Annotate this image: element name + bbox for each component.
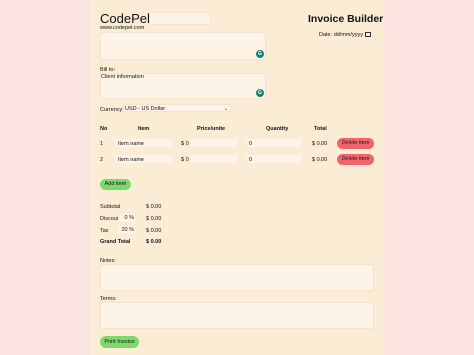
row-number: 2 xyxy=(100,157,104,163)
subtotal-value: $ 0.00 xyxy=(146,204,162,210)
quantity-input[interactable] xyxy=(247,155,302,163)
delete-item-button[interactable]: Delete item xyxy=(337,138,374,149)
date-input[interactable]: Date: dd/mm/yyyy xyxy=(319,32,363,38)
quantity-value: 0 xyxy=(249,141,253,147)
grand-total-label: Grand Total xyxy=(100,239,131,245)
company-address-input[interactable]: G xyxy=(100,32,266,60)
client-info-text: Client information xyxy=(101,74,144,80)
currency-select[interactable]: USD - US Dollar ⌄ xyxy=(123,104,231,112)
price-input[interactable] xyxy=(191,155,238,163)
discount-value: $ 0.00 xyxy=(146,216,162,222)
price-currency: $ 0 xyxy=(181,157,189,163)
date-placeholder: dd/mm/yyyy xyxy=(333,32,364,38)
currency-label: Currency: xyxy=(100,107,124,113)
currency-value: USD - US Dollar xyxy=(125,106,166,112)
page-title: Invoice Builder xyxy=(308,13,384,25)
row-number: 1 xyxy=(100,141,104,147)
tax-value: $ 0.00 xyxy=(146,228,162,234)
chevron-down-icon: ⌄ xyxy=(223,106,228,112)
notes-textarea[interactable] xyxy=(100,264,374,291)
delete-item-button[interactable]: Delete item xyxy=(337,154,374,165)
company-name-input[interactable] xyxy=(149,12,211,25)
terms-textarea[interactable] xyxy=(100,302,374,329)
grammarly-icon[interactable]: G xyxy=(256,89,264,97)
col-header-price: Price/unite xyxy=(197,126,226,132)
add-item-button[interactable]: Add item xyxy=(100,179,131,190)
quantity-input[interactable] xyxy=(247,139,302,147)
price-currency: $ 0 xyxy=(181,141,189,147)
item-name-text: Item name xyxy=(118,157,144,163)
subtotal-label: Subtotal xyxy=(100,204,121,210)
row-total: $ 0.00 xyxy=(312,157,328,163)
row-total: $ 0.00 xyxy=(312,141,328,147)
company-name: CodePel xyxy=(100,11,150,26)
col-header-total: Total xyxy=(314,126,327,132)
discount-percent-input[interactable]: 0 % xyxy=(118,214,135,222)
col-header-item: Item xyxy=(138,126,150,132)
tax-percent-input[interactable]: 20 % xyxy=(118,226,135,234)
tax-label: Tax xyxy=(100,228,109,234)
item-name-text: Item name xyxy=(118,141,144,147)
print-invoice-button[interactable]: Print Invoice xyxy=(100,336,139,348)
col-header-no: No xyxy=(100,126,108,132)
calendar-icon[interactable] xyxy=(365,32,371,37)
website-text: www.codepel.com xyxy=(100,25,145,31)
grand-total-value: $ 0.00 xyxy=(146,239,162,245)
price-input[interactable] xyxy=(191,139,238,147)
invoice-page: CodePel www.codepel.com G Invoice Builde… xyxy=(90,0,384,355)
col-header-quantity: Quantity xyxy=(266,126,289,132)
quantity-value: 0 xyxy=(249,157,253,163)
date-label: Date: xyxy=(319,32,333,38)
grammarly-icon[interactable]: G xyxy=(256,50,264,58)
